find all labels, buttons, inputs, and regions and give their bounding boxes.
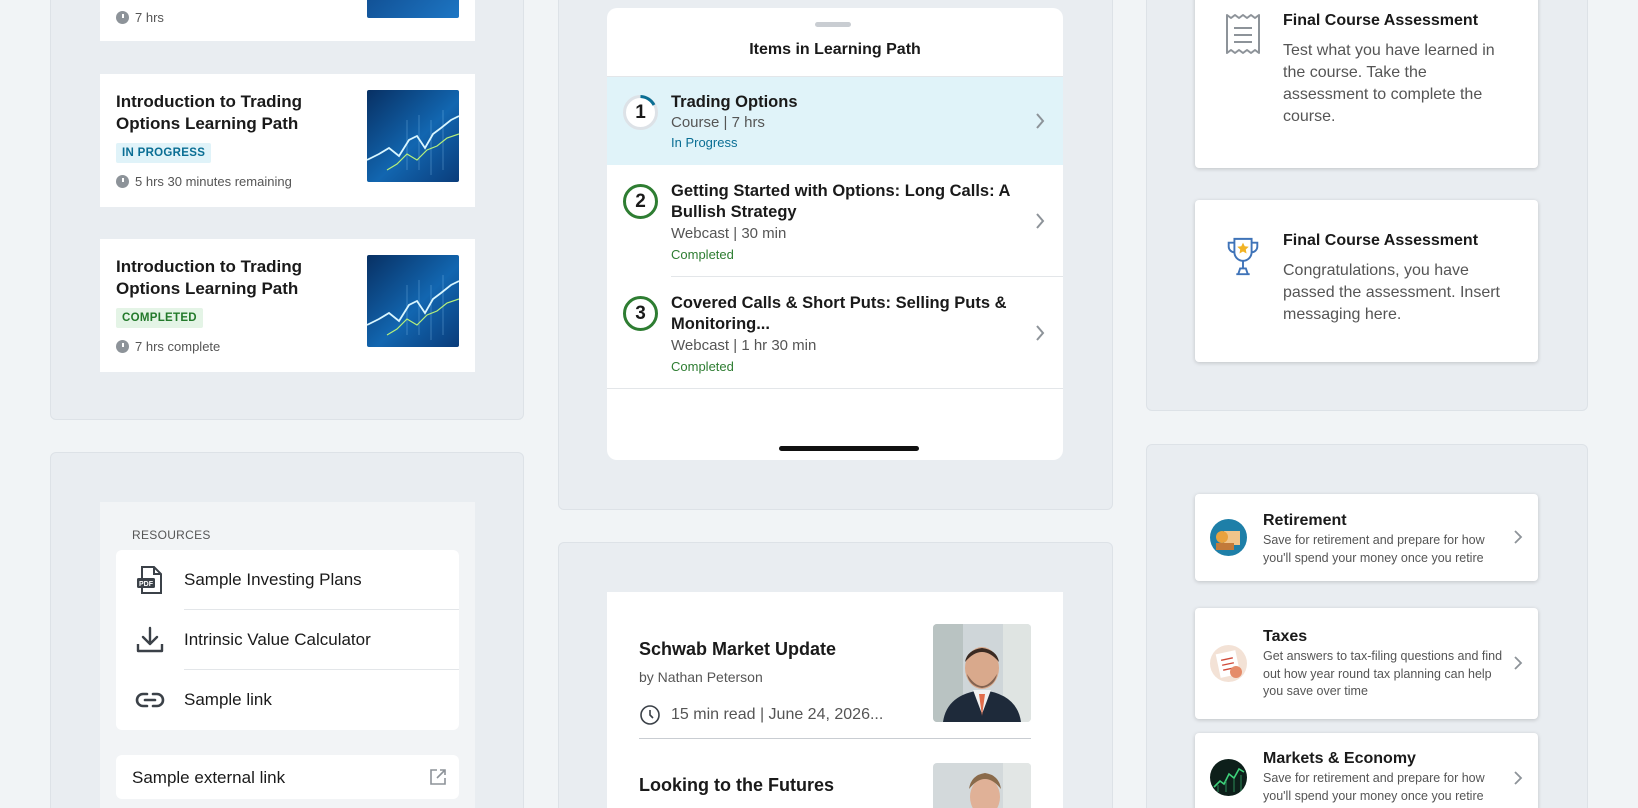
- external-link-icon: [430, 769, 446, 785]
- clock-icon: [116, 339, 129, 353]
- chevron-right-icon: [1036, 213, 1045, 229]
- download-icon: [136, 626, 164, 653]
- learning-path-item-2[interactable]: 2 Getting Started with Options: Long Cal…: [607, 165, 1063, 277]
- chevron-right-icon: [1514, 530, 1523, 544]
- topic-card-markets[interactable]: Markets & Economy Save for retirement an…: [1195, 733, 1538, 808]
- link-icon: [135, 692, 165, 708]
- trophy-icon: [1227, 237, 1259, 276]
- svg-text:PDF: PDF: [139, 581, 154, 588]
- resources-label: RESOURCES: [132, 528, 211, 542]
- topic-card-retirement[interactable]: Retirement Save for retirement and prepa…: [1195, 494, 1538, 581]
- course-thumbnail: [367, 255, 459, 347]
- course-title: Introduction to Trading Options Learning…: [116, 257, 303, 298]
- course-thumbnail: [367, 90, 459, 182]
- home-indicator: [779, 446, 919, 451]
- clock-icon: [640, 705, 660, 725]
- divider: [607, 388, 1063, 389]
- article-item[interactable]: Schwab Market Update by Nathan Peterson …: [639, 592, 1031, 739]
- assessment-title: Final Course Assessment: [1283, 232, 1479, 249]
- topic-body: Save for retirement and prepare for how …: [1263, 771, 1485, 803]
- course-meta: 7 hrs complete: [116, 338, 220, 354]
- progress-ring-icon: [640, 95, 656, 106]
- resource-item-value-calculator[interactable]: Intrinsic Value Calculator: [116, 610, 459, 670]
- step-number: 3: [623, 296, 658, 331]
- assessment-card-start[interactable]: Final Course Assessment Test what you ha…: [1195, 0, 1538, 168]
- learning-path-sheet: Items in Learning Path 1 Trading Options…: [607, 8, 1063, 460]
- step-number: 2: [623, 184, 658, 219]
- article-title: Schwab Market Update: [639, 639, 837, 659]
- sheet-grab-handle[interactable]: [815, 22, 851, 27]
- course-card-completed[interactable]: Introduction to Trading Options Learning…: [100, 239, 475, 372]
- resource-item-investing-plans[interactable]: PDF Sample Investing Plans: [116, 550, 459, 610]
- course-card-in-progress[interactable]: Introduction to Trading Options Learning…: [100, 74, 475, 207]
- external-link-item[interactable]: Sample external link: [116, 755, 459, 799]
- learning-path-item-1[interactable]: 1 Trading Options Course | 7 hrs In Prog…: [607, 77, 1063, 165]
- author-photo: [933, 763, 1031, 808]
- course-card-partial[interactable]: 7 hrs: [100, 0, 475, 41]
- topic-title: Markets & Economy: [1263, 750, 1416, 767]
- status-badge: IN PROGRESS: [116, 143, 212, 163]
- document-icon: [1226, 14, 1260, 54]
- chevron-right-icon: [1514, 656, 1523, 670]
- article-meta: 15 min read | June 24, 2026...: [639, 704, 883, 726]
- taxes-icon: [1210, 645, 1247, 682]
- course-title: Introduction to Trading Options Learning…: [116, 92, 303, 133]
- chevron-right-icon: [1036, 113, 1045, 129]
- author-photo: [933, 624, 1031, 722]
- clock-icon: [116, 10, 129, 24]
- assessment-card-passed[interactable]: Final Course Assessment Congratulations,…: [1195, 200, 1538, 362]
- markets-icon: [1210, 759, 1247, 796]
- articles-list: Schwab Market Update by Nathan Peterson …: [607, 592, 1063, 808]
- learning-path-item-3[interactable]: 3 Covered Calls & Short Puts: Selling Pu…: [607, 277, 1063, 389]
- article-byline: by Nathan Peterson: [639, 669, 763, 685]
- resources-list: PDF Sample Investing Plans Intrinsic Val…: [116, 550, 459, 730]
- status-badge: COMPLETED: [116, 308, 203, 328]
- assessment-title: Final Course Assessment: [1283, 12, 1479, 29]
- assessment-body: Congratulations, you have passed the ass…: [1283, 262, 1500, 323]
- clock-icon: [116, 174, 129, 188]
- sheet-title: Items in Learning Path: [749, 41, 921, 58]
- course-meta: 7 hrs: [116, 9, 164, 25]
- course-thumbnail: [367, 0, 459, 18]
- article-item[interactable]: Looking to the Futures: [639, 739, 1031, 808]
- topic-title: Retirement: [1263, 512, 1347, 529]
- topic-body: Get answers to tax-filing questions and …: [1263, 649, 1503, 698]
- article-title: Looking to the Futures: [639, 775, 834, 795]
- topic-body: Save for retirement and prepare for how …: [1263, 533, 1485, 565]
- chevron-right-icon: [1514, 771, 1523, 785]
- topic-title: Taxes: [1263, 628, 1308, 645]
- retirement-icon: [1210, 519, 1247, 556]
- chevron-right-icon: [1036, 325, 1045, 341]
- course-meta: 5 hrs 30 minutes remaining: [116, 173, 292, 189]
- pdf-icon: PDF: [137, 566, 162, 594]
- assessment-body: Test what you have learned in the course…: [1283, 42, 1495, 125]
- resource-item-sample-link[interactable]: Sample link: [116, 670, 459, 730]
- topic-card-taxes[interactable]: Taxes Get answers to tax-filing question…: [1195, 608, 1538, 719]
